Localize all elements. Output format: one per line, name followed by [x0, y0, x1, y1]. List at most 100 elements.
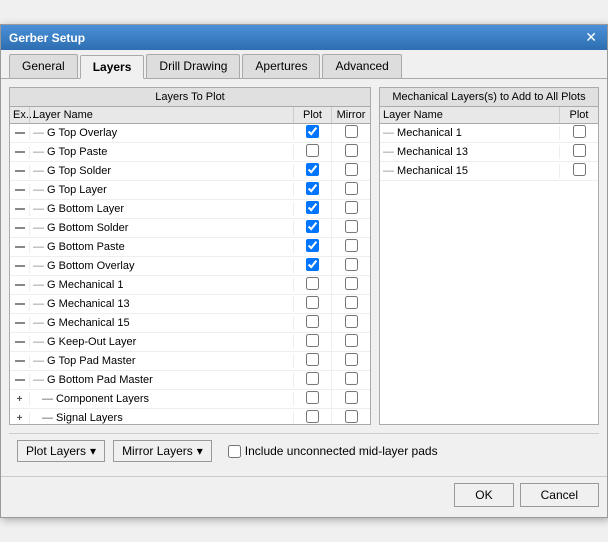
tab-drill-drawing[interactable]: Drill Drawing	[146, 54, 240, 78]
tab-advanced[interactable]: Advanced	[322, 54, 401, 78]
mechanical-plot-checkbox[interactable]	[573, 144, 586, 157]
left-table-row: ― G Bottom Paste	[10, 238, 370, 257]
mirror-checkbox[interactable]	[345, 372, 358, 385]
dash-icon	[10, 184, 30, 197]
mirror-checkbox[interactable]	[345, 163, 358, 176]
mirror-checkbox-cell	[332, 333, 370, 351]
left-table-row: +― Signal Layers	[10, 409, 370, 424]
dash-icon	[10, 146, 30, 159]
dash-icon	[10, 203, 30, 216]
right-table-row: ― Mechanical 15	[380, 162, 598, 181]
left-table-row: ― G Top Overlay	[10, 124, 370, 143]
plot-checkbox-cell	[294, 333, 332, 351]
layer-name-cell: ― G Bottom Layer	[30, 202, 294, 216]
gerber-setup-dialog: Gerber Setup ✕ General Layers Drill Draw…	[0, 24, 608, 518]
mechanical-plot-checkbox[interactable]	[573, 163, 586, 176]
left-table-row: ― G Bottom Pad Master	[10, 371, 370, 390]
plot-col-header: Plot	[294, 107, 332, 123]
plot-checkbox[interactable]	[306, 163, 319, 176]
left-table-row: +― Component Layers	[10, 390, 370, 409]
mirror-checkbox[interactable]	[345, 334, 358, 347]
plot-checkbox[interactable]	[306, 410, 319, 423]
ok-cancel-row: OK Cancel	[1, 477, 607, 517]
mirror-checkbox[interactable]	[345, 144, 358, 157]
plot-checkbox[interactable]	[306, 315, 319, 328]
mirror-checkbox[interactable]	[345, 277, 358, 290]
plot-checkbox[interactable]	[306, 391, 319, 404]
expand-icon[interactable]: +	[10, 393, 30, 406]
plot-checkbox[interactable]	[306, 201, 319, 214]
right-panel-title: Mechanical Layers(s) to Add to All Plots	[380, 88, 598, 107]
mirror-checkbox-cell	[332, 352, 370, 370]
mechanical-plot-checkbox[interactable]	[573, 125, 586, 138]
mirror-checkbox[interactable]	[345, 182, 358, 195]
mirror-checkbox[interactable]	[345, 296, 358, 309]
plot-checkbox[interactable]	[306, 277, 319, 290]
mechanical-plot-checkbox-cell	[560, 162, 598, 180]
left-table-row: ― G Bottom Solder	[10, 219, 370, 238]
layer-name-cell: ― G Bottom Overlay	[30, 259, 294, 273]
layer-name-cell: ― Signal Layers	[30, 411, 294, 424]
plot-checkbox[interactable]	[306, 182, 319, 195]
mechanical-layers-panel: Mechanical Layers(s) to Add to All Plots…	[379, 87, 599, 425]
tab-general[interactable]: General	[9, 54, 78, 78]
window-title: Gerber Setup	[9, 31, 85, 45]
plot-checkbox[interactable]	[306, 334, 319, 347]
ok-button[interactable]: OK	[454, 483, 513, 507]
plot-checkbox[interactable]	[306, 125, 319, 138]
plot-checkbox-cell	[294, 219, 332, 237]
tab-layers[interactable]: Layers	[80, 55, 145, 79]
ex-col-header: Ex...	[10, 107, 30, 123]
plot-layers-button[interactable]: Plot Layers ▾	[17, 440, 105, 462]
mirror-checkbox[interactable]	[345, 220, 358, 233]
mechanical-plot-checkbox-cell	[560, 124, 598, 142]
mirror-checkbox[interactable]	[345, 258, 358, 271]
plot-checkbox-cell	[294, 162, 332, 180]
left-table-row: ― G Bottom Layer	[10, 200, 370, 219]
close-button[interactable]: ✕	[583, 29, 599, 46]
bottom-bar: Plot Layers ▾ Mirror Layers ▾ Include un…	[9, 433, 599, 468]
mirror-checkbox-cell	[332, 409, 370, 424]
layer-name-cell: ― Component Layers	[30, 392, 294, 406]
layer-name-cell: ― G Mechanical 1	[30, 278, 294, 292]
layers-to-plot-panel: Layers To Plot Ex... Layer Name Plot Mir…	[9, 87, 371, 425]
mirror-layers-label: Mirror Layers	[122, 444, 193, 458]
plot-checkbox[interactable]	[306, 144, 319, 157]
include-unconnected-label[interactable]: Include unconnected mid-layer pads	[228, 444, 438, 458]
mirror-checkbox[interactable]	[345, 125, 358, 138]
mirror-checkbox-cell	[332, 200, 370, 218]
dash-icon	[10, 317, 30, 330]
left-table-row: ― G Top Solder	[10, 162, 370, 181]
plot-checkbox[interactable]	[306, 372, 319, 385]
tab-apertures[interactable]: Apertures	[242, 54, 320, 78]
mirror-checkbox[interactable]	[345, 410, 358, 423]
mirror-checkbox[interactable]	[345, 315, 358, 328]
left-table-row: ― G Top Layer	[10, 181, 370, 200]
mirror-checkbox[interactable]	[345, 353, 358, 366]
layer-name-cell: ― G Top Pad Master	[30, 354, 294, 368]
mirror-checkbox[interactable]	[345, 391, 358, 404]
dash-icon	[10, 165, 30, 178]
left-table-row: ― G Mechanical 15	[10, 314, 370, 333]
right-table-body: ― Mechanical 1― Mechanical 13― Mechanica…	[380, 124, 598, 181]
mirror-checkbox-cell	[332, 295, 370, 313]
mirror-checkbox[interactable]	[345, 201, 358, 214]
mirror-checkbox-cell	[332, 238, 370, 256]
left-table-row: ― G Top Pad Master	[10, 352, 370, 371]
expand-icon[interactable]: +	[10, 412, 30, 425]
left-panel-title: Layers To Plot	[10, 88, 370, 107]
mirror-checkbox[interactable]	[345, 239, 358, 252]
title-bar: Gerber Setup ✕	[1, 25, 607, 50]
right-layer-name-col-header: Layer Name	[380, 107, 560, 123]
cancel-button[interactable]: Cancel	[520, 483, 599, 507]
mirror-checkbox-cell	[332, 124, 370, 142]
plot-checkbox-cell	[294, 200, 332, 218]
layer-name-cell: ― G Mechanical 15	[30, 316, 294, 330]
plot-checkbox[interactable]	[306, 296, 319, 309]
plot-checkbox[interactable]	[306, 239, 319, 252]
plot-checkbox[interactable]	[306, 220, 319, 233]
plot-checkbox[interactable]	[306, 258, 319, 271]
include-unconnected-checkbox[interactable]	[228, 445, 241, 458]
plot-checkbox[interactable]	[306, 353, 319, 366]
mirror-layers-button[interactable]: Mirror Layers ▾	[113, 440, 212, 462]
